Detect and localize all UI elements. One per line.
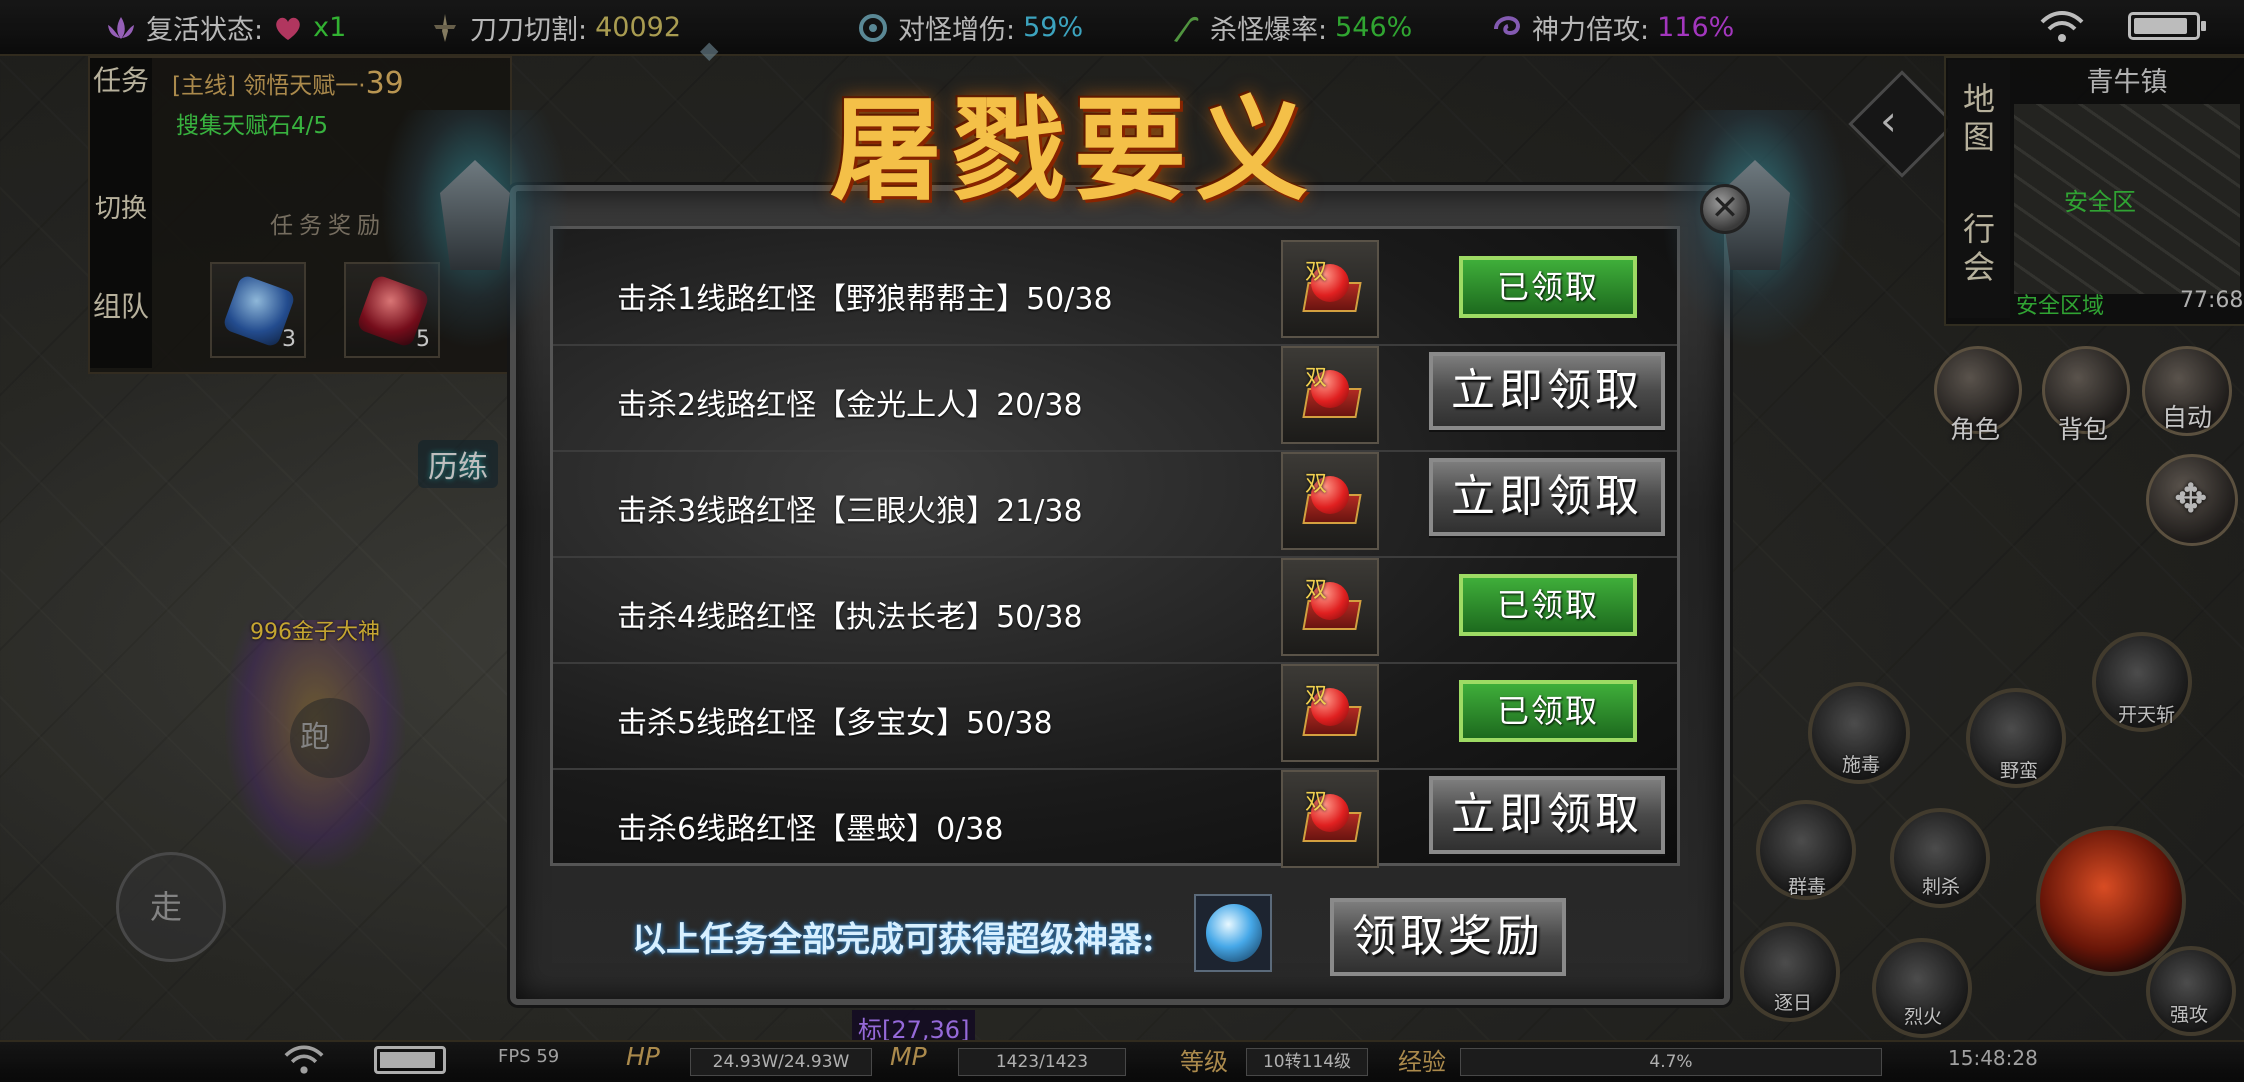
claim-now-button[interactable]: 立即领取 (1429, 352, 1665, 430)
double-mark: 双 (1305, 578, 1328, 603)
claimed-button: 已领取 (1459, 680, 1637, 742)
claimed-button: 已领取 (1459, 574, 1637, 636)
task-row: 击杀2线路红怪【金光上人】20/38 双 立即领取 (553, 346, 1677, 452)
final-reward-text: 以上任务全部完成可获得超级神器: (632, 920, 1155, 960)
reward-item[interactable]: 双 (1281, 558, 1379, 656)
left-demon-ornament-icon (380, 110, 570, 350)
double-mark: 双 (1305, 684, 1328, 709)
task-row: 击杀6线路红怪【墨蛟】0/38 双 立即领取 (553, 770, 1677, 874)
reward-item[interactable]: 双 (1281, 346, 1379, 444)
task-row: 击杀4线路红怪【执法长老】50/38 双 已领取 (553, 558, 1677, 664)
modal-title: 屠戮要义 (830, 85, 1318, 216)
reward-item[interactable]: 双 (1281, 240, 1379, 338)
task-row: 击杀5线路红怪【多宝女】50/38 双 已领取 (553, 664, 1677, 770)
double-mark: 双 (1305, 472, 1328, 497)
reward-item[interactable]: 双 (1281, 452, 1379, 550)
double-mark: 双 (1305, 790, 1328, 815)
task-label: 击杀5线路红怪【多宝女】50/38 (617, 706, 1053, 741)
task-row: 击杀1线路红怪【野狼帮帮主】50/38 双 已领取 (553, 240, 1677, 346)
task-label: 击杀2线路红怪【金光上人】20/38 (617, 388, 1083, 423)
task-label: 击杀6线路红怪【墨蛟】0/38 (617, 812, 1004, 847)
reward-item[interactable]: 双 (1281, 770, 1379, 868)
task-label: 击杀1线路红怪【野狼帮帮主】50/38 (617, 282, 1113, 317)
claimed-button: 已领取 (1459, 256, 1637, 318)
claim-now-button[interactable]: 立即领取 (1429, 458, 1665, 536)
super-artifact-icon[interactable] (1194, 894, 1272, 972)
close-button[interactable]: ✕ (1700, 184, 1750, 234)
double-mark: 双 (1305, 260, 1328, 285)
claim-now-button[interactable]: 立即领取 (1429, 776, 1665, 854)
task-label: 击杀3线路红怪【三眼火狼】21/38 (617, 494, 1083, 529)
task-label: 击杀4线路红怪【执法长老】50/38 (617, 600, 1083, 635)
right-demon-ornament-icon (1660, 110, 1850, 350)
task-row: 击杀3线路红怪【三眼火狼】21/38 双 立即领取 (553, 452, 1677, 558)
double-mark: 双 (1305, 366, 1328, 391)
reward-item[interactable]: 双 (1281, 664, 1379, 762)
claim-reward-button[interactable]: 领取奖励 (1330, 898, 1566, 976)
